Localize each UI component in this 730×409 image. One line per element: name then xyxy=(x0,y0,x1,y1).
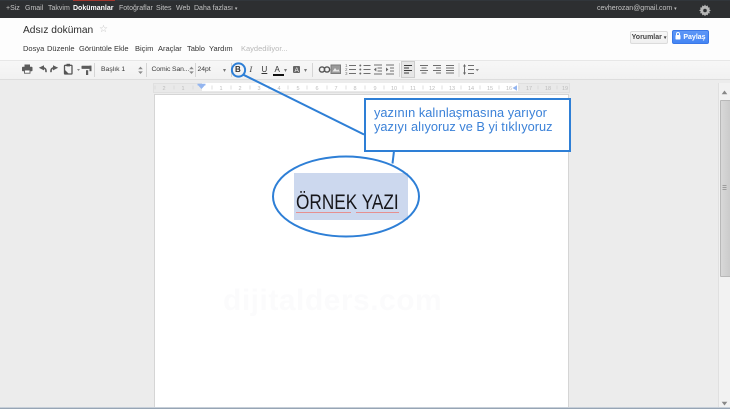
svg-text:4: 4 xyxy=(277,86,280,92)
svg-text:A: A xyxy=(295,67,300,74)
svg-text:17: 17 xyxy=(526,86,532,92)
svg-text:2: 2 xyxy=(162,86,165,92)
svg-text:2: 2 xyxy=(238,86,241,92)
svg-text:1: 1 xyxy=(219,86,222,92)
svg-text:8: 8 xyxy=(353,86,356,92)
svg-text:3: 3 xyxy=(257,86,260,92)
svg-text:13: 13 xyxy=(449,86,455,92)
svg-text:12: 12 xyxy=(429,86,435,92)
svg-text:14: 14 xyxy=(468,86,474,92)
svg-text:11: 11 xyxy=(410,86,416,92)
svg-text:9: 9 xyxy=(373,86,376,92)
svg-text:16: 16 xyxy=(506,86,512,92)
svg-text:3: 3 xyxy=(345,71,348,76)
svg-text:10: 10 xyxy=(391,86,397,92)
svg-text:1: 1 xyxy=(181,86,184,92)
svg-text:7: 7 xyxy=(334,86,337,92)
svg-text:18: 18 xyxy=(545,86,551,92)
svg-text:19: 19 xyxy=(562,86,568,92)
svg-text:5: 5 xyxy=(296,86,299,92)
svg-text:15: 15 xyxy=(487,86,493,92)
svg-text:6: 6 xyxy=(315,86,318,92)
